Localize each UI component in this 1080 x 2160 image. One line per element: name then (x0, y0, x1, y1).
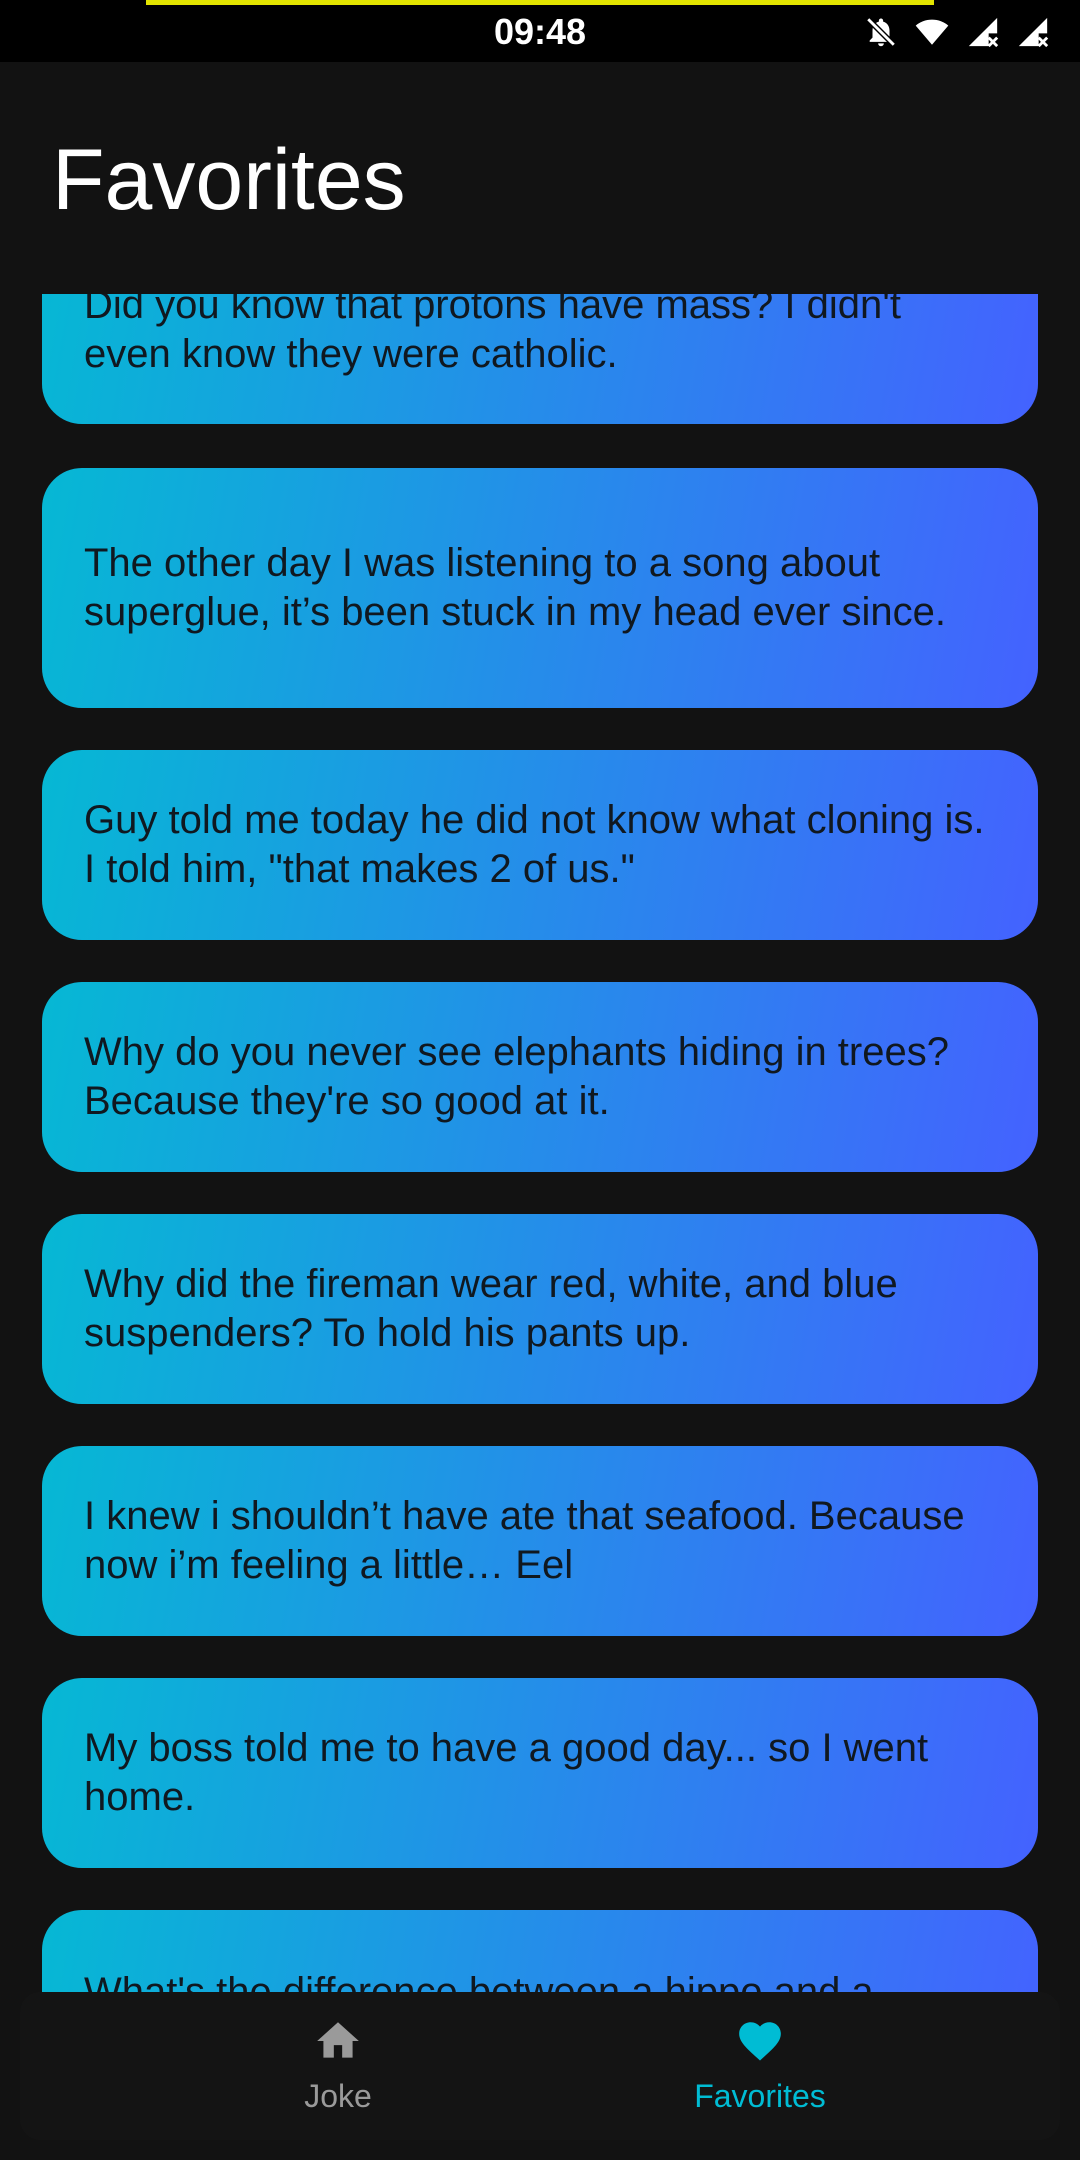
joke-card[interactable]: What's the difference between a hippo an… (42, 1910, 1038, 1992)
joke-text: Did you know that protons have mass? I d… (84, 294, 901, 376)
joke-card[interactable]: My boss told me to have a good day... so… (42, 1678, 1038, 1868)
bell-off-icon (864, 15, 898, 49)
heart-icon (735, 2016, 785, 2066)
joke-card[interactable]: Why did the fireman wear red, white, and… (42, 1214, 1038, 1404)
wifi-icon (914, 15, 950, 49)
joke-card[interactable]: Did you know that protons have mass? I d… (42, 294, 1038, 424)
status-bar: 09:48 (0, 0, 1080, 62)
joke-card[interactable]: The other day I was listening to a song … (42, 468, 1038, 708)
joke-text: What's the difference between a hippo an… (84, 1970, 874, 1992)
joke-text: My boss told me to have a good day... so… (84, 1726, 929, 1819)
page-title: Favorites (52, 132, 406, 228)
joke-text: Why did the fireman wear red, white, and… (84, 1262, 898, 1355)
nav-item-joke[interactable]: Joke (188, 1992, 488, 2140)
favorites-list[interactable]: Did you know that protons have mass? I d… (0, 294, 1080, 1992)
home-icon (313, 2016, 363, 2066)
bottom-navigation: Joke Favorites (20, 1992, 1060, 2140)
joke-text: Why do you never see elephants hiding in… (84, 1030, 949, 1123)
nav-label-favorites: Favorites (694, 2078, 826, 2114)
gesture-bar (0, 2140, 1080, 2160)
joke-card[interactable]: Why do you never see elephants hiding in… (42, 982, 1038, 1172)
nav-item-favorites[interactable]: Favorites (610, 1992, 910, 2140)
signal-x-icon (966, 15, 1000, 49)
joke-text: Guy told me today he did not know what c… (84, 798, 985, 891)
joke-card[interactable]: I knew i shouldn’t have ate that seafood… (42, 1446, 1038, 1636)
joke-text: I knew i shouldn’t have ate that seafood… (84, 1494, 965, 1587)
joke-card[interactable]: Guy told me today he did not know what c… (42, 750, 1038, 940)
status-icons (864, 14, 1050, 50)
joke-text: The other day I was listening to a song … (84, 541, 946, 634)
status-accent-bar (146, 0, 934, 5)
nav-label-joke: Joke (304, 2078, 372, 2114)
signal-x-icon (1016, 15, 1050, 49)
